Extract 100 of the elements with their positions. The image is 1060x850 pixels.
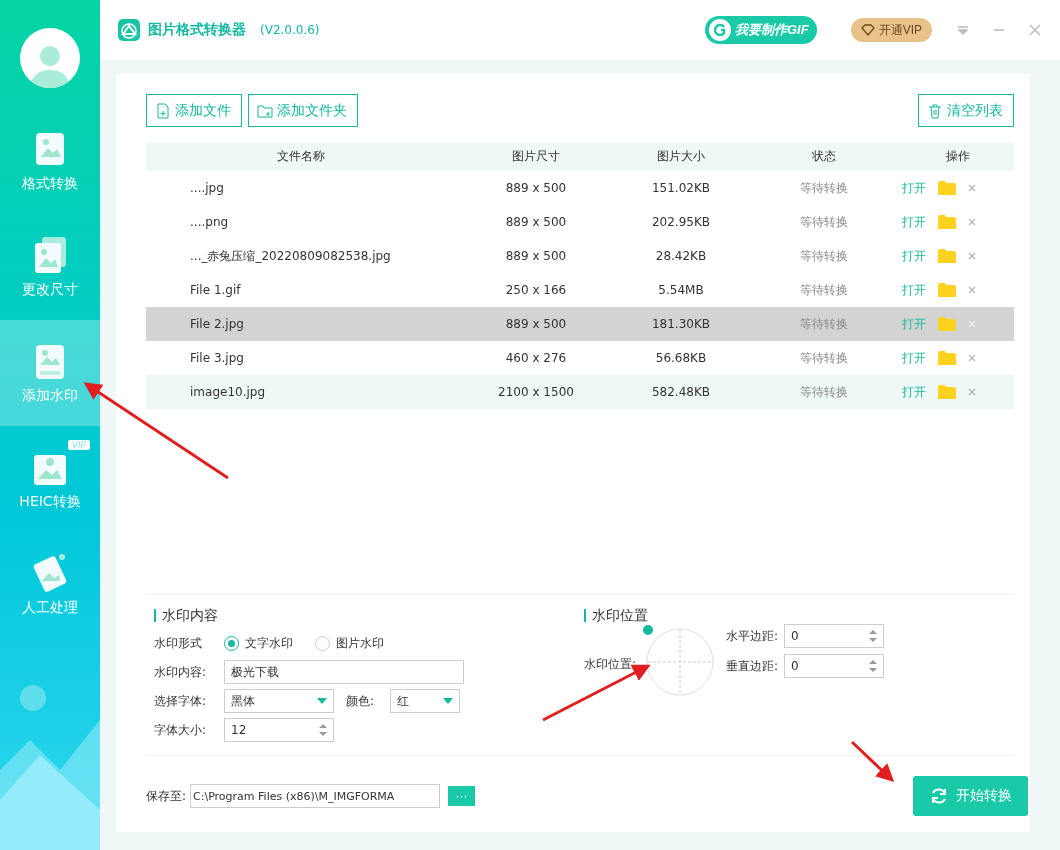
table-row[interactable]: image10.jpg 2100 x 1500 582.48KB 等待转换 打开: [146, 375, 1014, 409]
file-name: File 1.gif: [190, 283, 241, 297]
version-label: (V2.0.0.6): [260, 23, 320, 37]
spinner-arrows-icon: [319, 723, 327, 737]
table-cell: 5.54MB: [658, 283, 704, 297]
sidebar-item[interactable]: VIP HEIC转换: [0, 426, 100, 532]
open-link[interactable]: 打开: [902, 247, 926, 265]
refresh-icon: [929, 787, 948, 805]
column-header: 图片大小: [656, 148, 706, 165]
table-row[interactable]: ..._赤兔压缩_20220809082538.jpg 889 x 500 28.42KB 等待转换 打开: [146, 239, 1014, 273]
minimize-icon: [994, 29, 1004, 31]
field-label: 字体大小:: [154, 721, 208, 739]
open-link[interactable]: 打开: [902, 213, 926, 231]
field-label: 选择字体:: [154, 692, 208, 710]
table-cell: 889 x 500: [505, 181, 567, 195]
clear-list-button[interactable]: 清空列表: [918, 94, 1014, 127]
status-text: 等待转换: [799, 214, 848, 229]
sidebar-item-label: 添加水印: [22, 387, 78, 405]
trash-icon: [927, 102, 943, 119]
close-icon: [1028, 23, 1042, 37]
table-cell: 889 x 500: [505, 317, 567, 331]
file-plus-icon: [155, 102, 171, 119]
folder-icon[interactable]: [938, 181, 956, 195]
font-size-spinner[interactable]: 12: [224, 718, 334, 742]
table-row[interactable]: ....jpg 889 x 500 151.02KB 等待转换 打开: [146, 171, 1014, 205]
folder-icon[interactable]: [938, 249, 956, 263]
font-dropdown[interactable]: 黑体: [224, 689, 334, 713]
field-label: 水印形式: [154, 634, 203, 652]
folder-plus-icon: [257, 102, 273, 119]
table-cell: 28.42KB: [655, 249, 707, 263]
text-input-field[interactable]: 极光下载: [224, 660, 464, 684]
close-icon[interactable]: [968, 218, 976, 226]
table-cell: 460 x 276: [505, 351, 567, 365]
table-row[interactable]: ....png 889 x 500 202.95KB 等待转换 打开: [146, 205, 1014, 239]
file-name: ....jpg: [190, 181, 224, 195]
table-cell: 889 x 500: [505, 215, 567, 229]
sidebar-item[interactable]: 人工处理: [0, 532, 100, 638]
radio-option[interactable]: 图片水印: [315, 634, 384, 652]
status-text: 等待转换: [799, 282, 848, 297]
file-name: ....png: [190, 215, 229, 229]
radio-option[interactable]: 文字水印: [224, 634, 293, 652]
diamond-icon: [860, 24, 875, 36]
margin-spinner[interactable]: 0: [784, 654, 885, 678]
margin-spinner[interactable]: 0: [784, 624, 885, 648]
sidebar-item[interactable]: 格式转换: [0, 108, 100, 214]
open-link[interactable]: 打开: [902, 179, 926, 197]
sidebar-item-label: 人工处理: [22, 599, 78, 617]
field-label: 水印位置:: [584, 656, 637, 673]
field-label: 水印内容:: [154, 663, 208, 681]
folder-icon[interactable]: [938, 215, 956, 229]
status-text: 等待转换: [799, 384, 848, 399]
status-text: 等待转换: [799, 248, 848, 263]
open-link[interactable]: 打开: [902, 281, 926, 299]
open-link[interactable]: 打开: [902, 349, 926, 367]
table-row[interactable]: File 3.jpg 460 x 276 56.68KB 等待转换 打开: [146, 341, 1014, 375]
close-icon[interactable]: [968, 184, 976, 192]
sidebar-item[interactable]: 更改尺寸: [0, 214, 100, 320]
color-dropdown[interactable]: 红: [390, 689, 461, 713]
file-name: image10.jpg: [190, 385, 266, 399]
column-header: 图片尺寸: [511, 148, 561, 165]
close-icon[interactable]: [968, 354, 976, 362]
sidebar-item-label: HEIC转换: [19, 493, 81, 511]
sidebar-item[interactable]: 添加水印: [0, 320, 100, 426]
spinner-arrows-icon: [869, 629, 878, 643]
file-name: ..._赤兔压缩_20220809082538.jpg: [190, 248, 391, 263]
folder-icon[interactable]: [938, 317, 956, 331]
status-text: 等待转换: [799, 350, 848, 365]
sidebar-item-label: 格式转换: [22, 175, 78, 193]
column-header: 文件名称: [276, 148, 326, 165]
status-text: 等待转换: [799, 316, 848, 331]
toolbar-button[interactable]: 添加文件夹: [248, 94, 358, 127]
open-link[interactable]: 打开: [902, 315, 926, 333]
table-cell: 56.68KB: [655, 351, 707, 365]
folder-icon[interactable]: [938, 283, 956, 297]
position-picker[interactable]: [642, 624, 715, 696]
folder-icon[interactable]: [938, 385, 956, 399]
table-cell: 250 x 166: [505, 283, 567, 297]
table-cell: 2100 x 1500: [498, 385, 574, 399]
vip-button[interactable]: 开通VIP: [850, 18, 932, 42]
spinner-arrows-icon: [869, 659, 878, 673]
close-icon[interactable]: [968, 252, 976, 260]
field-label: 保存至:: [146, 787, 187, 805]
table-cell: 582.48KB: [651, 385, 711, 399]
save-path-field[interactable]: C:\Program Files (x86)\M_IMGFORMA: [190, 784, 441, 808]
open-link[interactable]: 打开: [902, 383, 926, 401]
logo-icon: [118, 19, 140, 41]
table-row[interactable]: File 1.gif 250 x 166 5.54MB 等待转换 打开: [146, 273, 1014, 307]
toolbar-button[interactable]: 添加文件: [146, 94, 242, 127]
table-row[interactable]: File 2.jpg 889 x 500 181.30KB 等待转换 打开: [146, 307, 1014, 341]
field-label: 颜色:: [346, 692, 375, 710]
start-convert-button[interactable]: 开始转换: [913, 776, 1028, 816]
folder-icon[interactable]: [938, 351, 956, 365]
browse-button[interactable]: ···: [448, 786, 476, 806]
close-icon[interactable]: [968, 388, 976, 396]
close-icon[interactable]: [968, 286, 976, 294]
table-cell: 202.95KB: [651, 215, 711, 229]
dropdown-icon: [956, 23, 970, 37]
make-gif-button[interactable]: 我要制作GIF: [705, 16, 817, 44]
file-name: File 2.jpg: [190, 317, 244, 331]
column-header: 操作: [944, 148, 971, 165]
